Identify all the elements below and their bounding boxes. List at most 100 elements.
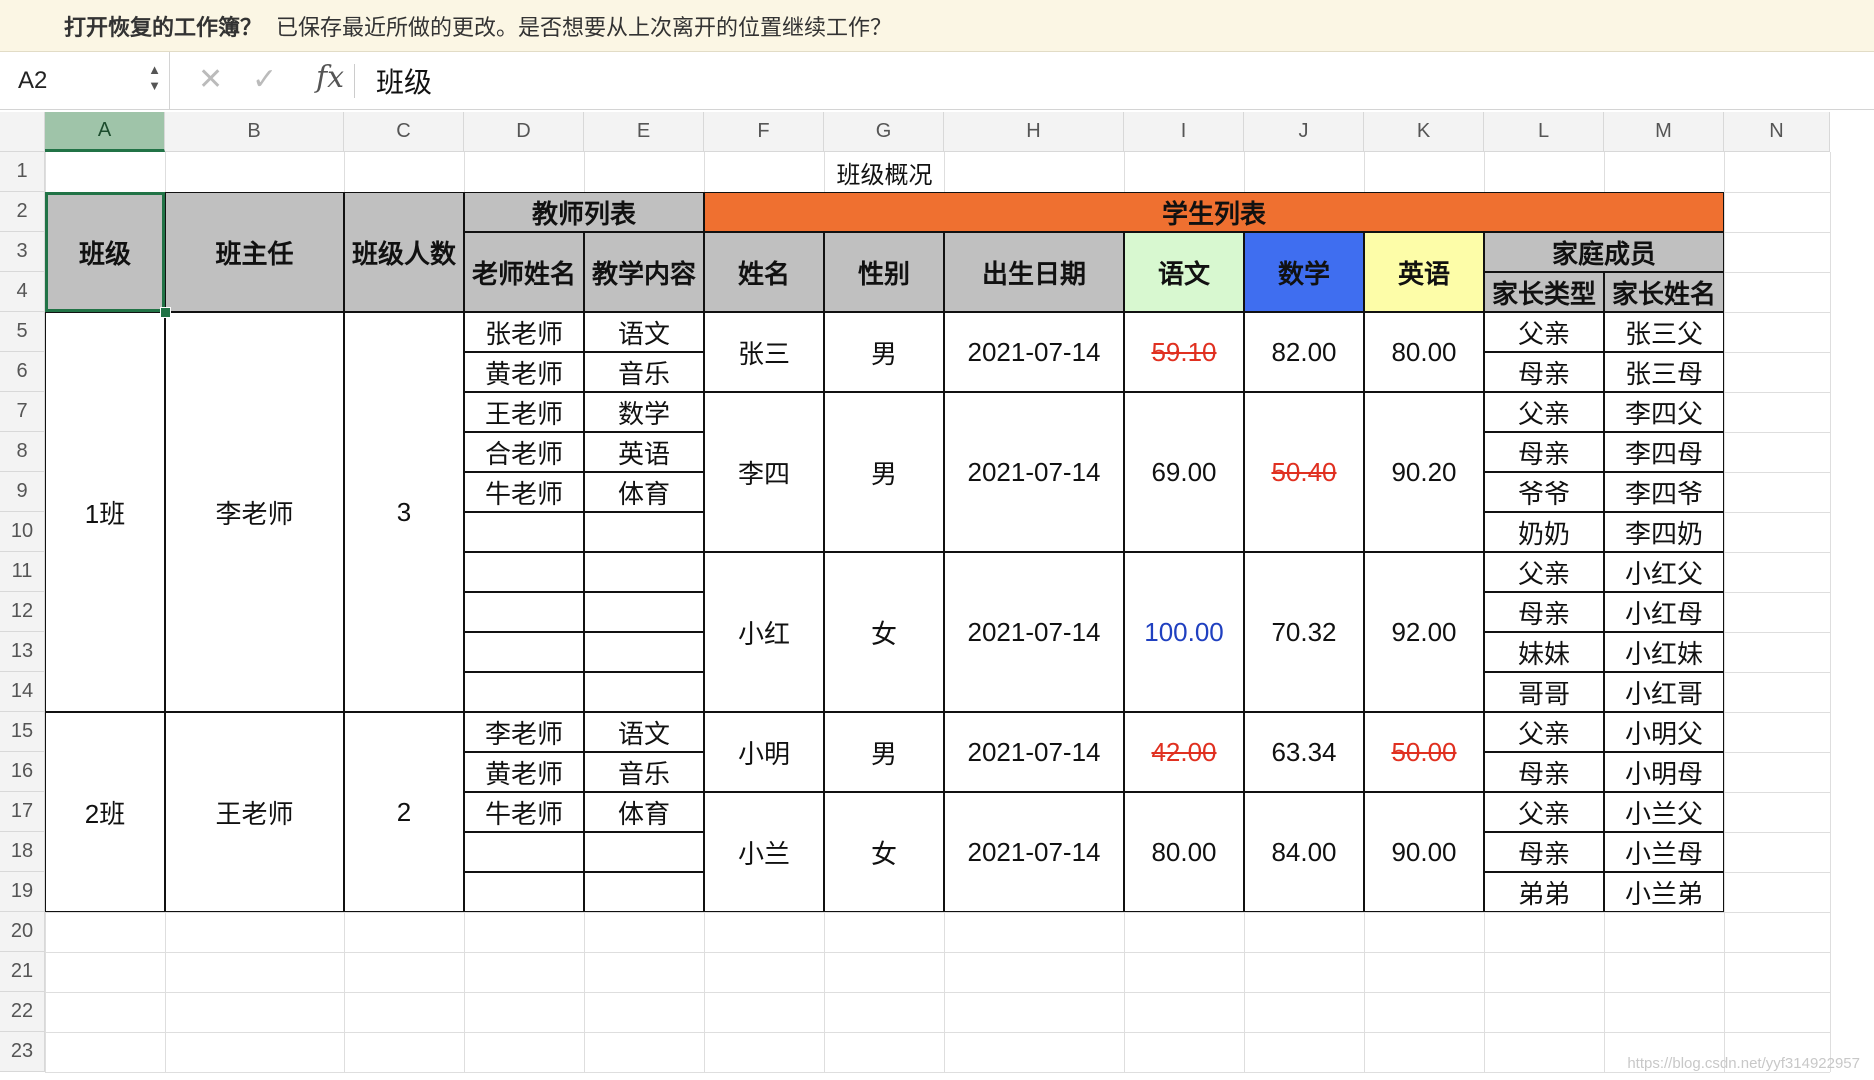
banner-message: 已保存最近所做的更改。是否想要从上次离开的位置继续工作？ — [276, 14, 893, 40]
score-english: 92.00 — [1364, 552, 1484, 712]
column-header-m[interactable]: M — [1604, 112, 1724, 152]
row-header-11[interactable]: 11 — [0, 552, 45, 592]
student-gender: 男 — [824, 712, 944, 792]
empty-cell — [464, 872, 584, 912]
row-header-16[interactable]: 16 — [0, 752, 45, 792]
empty-cell — [584, 832, 704, 872]
parent-type: 母亲 — [1484, 352, 1604, 392]
row-header-3[interactable]: 3 — [0, 232, 45, 272]
empty-cell — [584, 872, 704, 912]
parent-type: 弟弟 — [1484, 872, 1604, 912]
student-gender: 男 — [824, 312, 944, 392]
header-head-teacher: 班主任 — [165, 192, 344, 312]
row-header-21[interactable]: 21 — [0, 952, 45, 992]
spreadsheet-grid[interactable]: A B C D E F G H I J K L M N 1 2 3 4 5 6 7 8 9 10 11 12 13 14 15 16 17 1… — [0, 112, 1874, 1080]
empty-cell — [464, 632, 584, 672]
row-header-2[interactable]: 2 — [0, 192, 45, 232]
header-subject: 教学内容 — [584, 232, 704, 312]
row-header-1[interactable]: 1 — [0, 152, 45, 192]
score-math: 84.00 — [1244, 792, 1364, 912]
row-header-20[interactable]: 20 — [0, 912, 45, 952]
header-parent-name: 家长姓名 — [1604, 272, 1724, 312]
column-header-a[interactable]: A — [45, 112, 165, 152]
function-icon[interactable]: fx — [316, 60, 344, 95]
row-header-8[interactable]: 8 — [0, 432, 45, 472]
student-name: 李四 — [704, 392, 824, 552]
teacher-subject: 语文 — [584, 312, 704, 352]
score-chinese: 42.00 — [1124, 712, 1244, 792]
row-header-19[interactable]: 19 — [0, 872, 45, 912]
column-header-l[interactable]: L — [1484, 112, 1604, 152]
row-header-13[interactable]: 13 — [0, 632, 45, 672]
score-english: 50.00 — [1364, 712, 1484, 792]
column-header-j[interactable]: J — [1244, 112, 1364, 152]
empty-cell — [464, 832, 584, 872]
column-header-h[interactable]: H — [944, 112, 1124, 152]
header-teacher-list: 教师列表 — [464, 192, 704, 232]
student-name: 小明 — [704, 712, 824, 792]
row-header-9[interactable]: 9 — [0, 472, 45, 512]
row-header-17[interactable]: 17 — [0, 792, 45, 832]
recovery-banner[interactable]: 打开恢复的工作簿？ 已保存最近所做的更改。是否想要从上次离开的位置继续工作？ — [0, 0, 1874, 52]
header-class[interactable]: 班级 — [45, 192, 165, 312]
parent-name: 小红父 — [1604, 552, 1724, 592]
row-header-5[interactable]: 5 — [0, 312, 45, 352]
parent-type: 父亲 — [1484, 392, 1604, 432]
score-english: 90.00 — [1364, 792, 1484, 912]
row-header-7[interactable]: 7 — [0, 392, 45, 432]
column-gridline — [1830, 152, 1831, 1072]
head-teacher: 王老师 — [165, 712, 344, 912]
row-header-14[interactable]: 14 — [0, 672, 45, 712]
select-all-corner[interactable] — [0, 112, 45, 152]
name-box[interactable]: A2 ▲ ▼ — [0, 52, 170, 110]
teacher-subject: 英语 — [584, 432, 704, 472]
empty-cell — [584, 552, 704, 592]
column-header-n[interactable]: N — [1724, 112, 1830, 152]
row-header-12[interactable]: 12 — [0, 592, 45, 632]
header-math: 数学 — [1244, 232, 1364, 312]
empty-cell — [464, 672, 584, 712]
confirm-icon[interactable]: ✓ — [252, 62, 277, 97]
column-header-f[interactable]: F — [704, 112, 824, 152]
column-header-d[interactable]: D — [464, 112, 584, 152]
row-header-10[interactable]: 10 — [0, 512, 45, 552]
column-header-e[interactable]: E — [584, 112, 704, 152]
parent-type: 父亲 — [1484, 552, 1604, 592]
column-header-k[interactable]: K — [1364, 112, 1484, 152]
column-header-b[interactable]: B — [165, 112, 344, 152]
teacher-subject: 体育 — [584, 472, 704, 512]
teacher-name: 王老师 — [464, 392, 584, 432]
student-birth: 2021-07-14 — [944, 712, 1124, 792]
teacher-name: 李老师 — [464, 712, 584, 752]
row-header-18[interactable]: 18 — [0, 832, 45, 872]
column-header-c[interactable]: C — [344, 112, 464, 152]
score-math: 50.40 — [1244, 392, 1364, 552]
header-chinese: 语文 — [1124, 232, 1244, 312]
teacher-name: 牛老师 — [464, 472, 584, 512]
teacher-subject: 语文 — [584, 712, 704, 752]
teacher-subject: 音乐 — [584, 352, 704, 392]
row-header-23[interactable]: 23 — [0, 1032, 45, 1072]
selection-handle[interactable] — [160, 307, 171, 318]
row-header-4[interactable]: 4 — [0, 272, 45, 312]
teacher-name: 黄老师 — [464, 752, 584, 792]
column-header-i[interactable]: I — [1124, 112, 1244, 152]
column-header-g[interactable]: G — [824, 112, 944, 152]
row-gridline — [45, 1032, 1830, 1033]
parent-name: 李四母 — [1604, 432, 1724, 472]
score-chinese: 100.00 — [1124, 552, 1244, 712]
student-name: 张三 — [704, 312, 824, 392]
cancel-icon[interactable]: ✕ — [198, 62, 223, 97]
row-header-15[interactable]: 15 — [0, 712, 45, 752]
header-student-list: 学生列表 — [704, 192, 1724, 232]
empty-cell — [584, 672, 704, 712]
student-gender: 女 — [824, 792, 944, 912]
parent-name: 李四爷 — [1604, 472, 1724, 512]
header-parent-type: 家长类型 — [1484, 272, 1604, 312]
teacher-name: 牛老师 — [464, 792, 584, 832]
row-gridline — [45, 992, 1830, 993]
name-box-spinner-icon[interactable]: ▲ ▼ — [148, 62, 161, 94]
row-header-22[interactable]: 22 — [0, 992, 45, 1032]
row-header-6[interactable]: 6 — [0, 352, 45, 392]
formula-input[interactable]: 班级 — [376, 52, 432, 110]
